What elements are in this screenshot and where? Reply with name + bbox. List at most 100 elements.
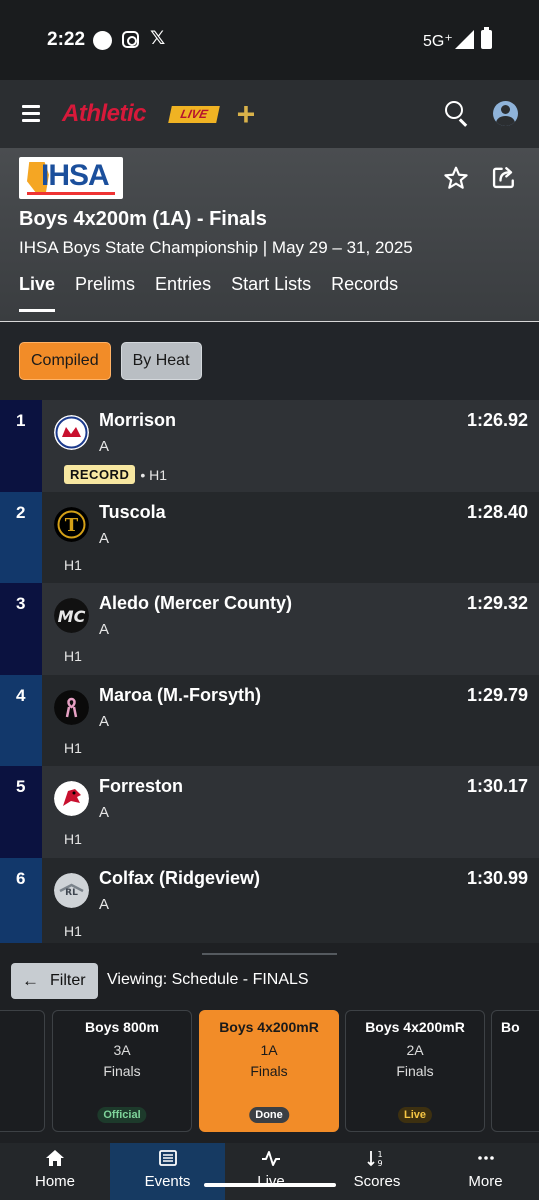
ihsa-logo: IHSA [19,157,123,199]
card-division: 1A [260,1042,278,1058]
notification-dot-icon [93,31,112,50]
heat-label: H1 [64,556,82,573]
heat-label: H1 [64,922,82,939]
relay-letter: A [99,712,110,730]
result-row[interactable]: 1 Morrison A 1:26.92 RECORD • H1 [0,400,539,492]
logo-plus-icon: + [236,96,255,132]
nav-scores[interactable]: 19 Scores [322,1143,432,1200]
event-subtitle: IHSA Boys State Championship | May 29 – … [19,238,413,257]
status-badge: Done [249,1107,289,1123]
network-type: 5G⁺ [423,33,453,50]
row-meta: H1 [64,740,82,756]
tab-prelims[interactable]: Prelims [75,274,135,312]
place-column: 1 [0,400,42,492]
team-name: Maroa (M.-Forsyth) [99,684,261,705]
compiled-button[interactable]: Compiled [19,342,111,380]
event-card-selected[interactable]: Boys 4x200mR 1A Finals Done [199,1010,339,1132]
account-icon[interactable] [493,101,518,126]
tab-records[interactable]: Records [331,274,398,312]
team-logo: MC [54,598,89,633]
result-row[interactable]: 4 Maroa (M.-Forsyth) A 1:29.79 H1 [0,674,539,766]
relay-letter: A [99,895,110,913]
x-icon: 𝕏 [150,28,166,49]
more-dots-icon [477,1156,494,1160]
place-column: 4 [0,674,42,766]
result-time: 1:30.17 [466,776,528,796]
record-badge: RECORD [64,465,136,484]
place-number: 4 [16,685,26,705]
status-time: 2:22 [47,29,86,50]
list-icon [158,1150,177,1166]
heat-label: • H1 [140,466,168,483]
logo-live-badge: LIVE [168,106,220,123]
logo-athletic-text: Athletic [62,100,147,127]
heat-label: H1 [64,648,82,664]
status-badge: Live [397,1107,433,1123]
team-name: Morrison [99,410,177,430]
filter-button[interactable]: ← Filter [11,963,98,999]
event-card-partial[interactable]: Bo [491,1010,539,1132]
svg-text:MC: MC [58,607,86,626]
search-icon[interactable] [445,101,469,127]
card-division: 3A [113,1042,131,1058]
sheet-drag-handle[interactable] [202,953,337,955]
tab-entries[interactable]: Entries [155,274,211,312]
team-name: Aledo (Mercer County) [99,593,293,613]
view-toggle: Compiled By Heat [19,342,212,380]
svg-text:1: 1 [377,1150,382,1159]
viewing-label: Viewing: Schedule - FINALS [107,971,309,988]
result-row[interactable]: 3 MC Aledo (Mercer County) A 1:29.32 H1 [0,583,539,675]
card-title: Boys 800m [85,1019,159,1035]
heat-label: H1 [64,831,82,847]
result-row[interactable]: 5 Forreston A 1:30.17 H1 [0,766,539,858]
result-time: 1:26.92 [466,410,528,430]
relay-letter: A [99,621,110,638]
instagram-icon [122,31,139,48]
team-logo [54,689,89,725]
svg-text:RL: RL [65,888,78,898]
place-column: 3 [0,583,42,675]
result-row[interactable]: 6 RL Colfax (Ridgeview) A 1:30.99 H1 [0,857,539,949]
place-number: 5 [16,777,26,796]
result-time: 1:29.79 [466,684,528,705]
event-card[interactable]: Boys 800m 3A Finals Official [52,1010,192,1132]
favorite-star-icon[interactable] [443,165,469,191]
result-row[interactable]: 2 T Tuscola A 1:28.40 H1 [0,491,539,583]
row-meta: RECORD • H1 [64,465,167,484]
card-round: Finals [396,1063,434,1079]
team-name: Colfax (Ridgeview) [99,867,261,888]
sort-numbers-icon: 19 [367,1150,383,1167]
nav-more[interactable]: More [432,1143,539,1200]
nav-label: More [468,1173,503,1190]
place-number: 6 [16,868,26,888]
share-icon[interactable] [490,163,518,191]
home-icon [46,1150,64,1166]
card-round: Finals [103,1063,141,1079]
nav-events[interactable]: Events [110,1143,225,1200]
ihsa-logo-text: IHSA [41,159,110,192]
pulse-icon [262,1151,280,1166]
place-column: 5 [0,766,42,858]
result-time: 1:29.32 [466,593,528,613]
row-meta: H1 [64,923,82,939]
team-name: Tuscola [99,501,166,522]
event-card-partial[interactable] [0,1010,45,1132]
hamburger-menu-icon[interactable] [22,105,40,122]
arrow-left-icon: ← [22,971,39,990]
nav-home[interactable]: Home [0,1143,110,1200]
relay-letter: A [99,529,110,547]
tab-live[interactable]: Live [19,274,56,312]
event-tabs: Live Prelims Entries Start Lists Records [19,274,418,312]
place-column: 6 [0,857,42,949]
place-number: 1 [16,411,26,430]
bottom-nav: Home Events Live 19 Scores More [0,1143,539,1200]
row-meta: H1 [64,831,82,847]
team-name: Forreston [99,776,184,796]
card-title: Boys 4x200mR [219,1019,319,1035]
place-number: 3 [16,594,26,613]
nav-live[interactable]: Live [216,1143,326,1200]
tab-start-lists[interactable]: Start Lists [231,274,311,312]
event-card[interactable]: Boys 4x200mR 2A Finals Live [345,1010,485,1132]
by-heat-button[interactable]: By Heat [120,342,202,380]
filter-label: Filter [50,972,86,989]
